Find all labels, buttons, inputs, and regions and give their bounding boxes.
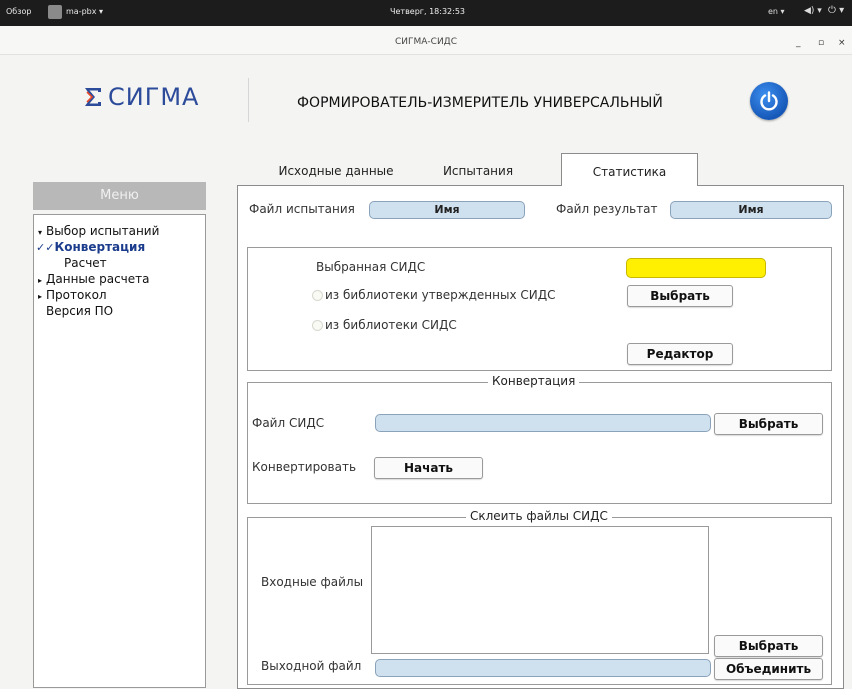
merge-group: Склеить файлы СИДС Входные файлы Выбрать… xyxy=(247,509,832,685)
sidebar-item-protocol[interactable]: ▸ Протокол xyxy=(38,288,107,302)
test-file-field[interactable]: Имя xyxy=(369,201,525,219)
conversion-group-title: Конвертация xyxy=(488,374,580,388)
sids-file-field[interactable] xyxy=(375,414,711,432)
radio-approved-library[interactable] xyxy=(312,290,323,301)
merge-group-title: Склеить файлы СИДС xyxy=(466,509,612,523)
sidebar-item-label: Версия ПО xyxy=(46,304,114,318)
radio-sids-library-label: из библиотеки СИДС xyxy=(325,318,457,332)
input-files-label: Входные файлы xyxy=(261,575,364,589)
sidebar-item-conversion[interactable]: ✓✓Конвертация xyxy=(36,240,145,254)
merge-button[interactable]: Объединить xyxy=(714,658,823,680)
conversion-group: Конвертация Файл СИДС Выбрать Конвертиро… xyxy=(247,374,832,504)
app-title: ФОРМИРОВАТЕЛЬ-ИЗМЕРИТЕЛЬ УНИВЕРСАЛЬНЫЙ xyxy=(297,95,663,111)
app-menu[interactable]: ma-pbx ▾ xyxy=(66,7,103,16)
sidebar-item-label: Данные расчета xyxy=(46,272,150,286)
input-files-list[interactable] xyxy=(371,526,709,654)
start-button[interactable]: Начать xyxy=(374,457,483,479)
sidebar-item-label: Конвертация xyxy=(54,240,146,254)
sids-selection-group: Выбранная СИДС из библиотеки утвержденны… xyxy=(247,247,832,371)
power-icon xyxy=(760,91,778,111)
expand-icon: ▸ xyxy=(38,292,43,301)
header-divider xyxy=(248,78,249,122)
select-sids-file-button[interactable]: Выбрать xyxy=(714,413,823,435)
sidebar-item-label: Протокол xyxy=(46,288,107,302)
expand-icon: ▸ xyxy=(38,276,43,285)
app-icon xyxy=(48,5,62,19)
logo: СИГМА xyxy=(82,83,199,111)
radio-approved-library-label: из библиотеки утвержденных СИДС xyxy=(325,288,556,302)
sidebar-item-version[interactable]: Версия ПО xyxy=(46,304,113,318)
maximize-button[interactable]: ▫ xyxy=(818,38,824,48)
logo-text: СИГМА xyxy=(108,83,200,111)
sidebar-item-calculation[interactable]: Расчет xyxy=(64,256,107,270)
result-file-field[interactable]: Имя xyxy=(670,201,832,219)
select-sids-button[interactable]: Выбрать xyxy=(627,285,733,307)
convert-label: Конвертировать xyxy=(252,460,357,474)
sidebar-item-label: Расчет xyxy=(64,256,107,270)
minimize-button[interactable]: _ xyxy=(796,38,801,48)
selected-sids-label: Выбранная СИДС xyxy=(316,260,426,274)
radio-sids-library[interactable] xyxy=(312,320,323,331)
language-selector[interactable]: en ▾ xyxy=(768,7,785,16)
checkmark-icon: ✓✓ xyxy=(36,241,55,254)
tab-statistics[interactable]: Статистика xyxy=(561,153,698,186)
output-file-label: Выходной файл xyxy=(261,659,362,673)
sigma-logo-icon xyxy=(85,88,101,106)
volume-icon[interactable]: ◀) ▾ xyxy=(804,6,822,16)
tab-source-data[interactable]: Исходные данные xyxy=(272,157,400,185)
result-file-label: Файл результат xyxy=(556,202,658,216)
activities-button[interactable]: Обзор xyxy=(6,7,31,16)
system-top-bar: Обзор ma-pbx ▾ Четверг, 18:32:53 en ▾ ◀)… xyxy=(0,0,852,26)
power-button[interactable] xyxy=(750,82,788,120)
window-title: СИГМА-СИДС xyxy=(394,37,457,47)
editor-button[interactable]: Редактор xyxy=(627,343,733,365)
sidebar-item-test-selection[interactable]: ▾ Выбор испытаний xyxy=(38,224,159,238)
menu-header: Меню xyxy=(33,182,206,210)
selected-sids-field[interactable] xyxy=(626,258,766,278)
sids-file-label: Файл СИДС xyxy=(252,416,325,430)
sidebar-item-calc-data[interactable]: ▸ Данные расчета xyxy=(38,272,149,286)
sidebar-menu: ▾ Выбор испытаний ✓✓Конвертация Расчет ▸ Д… xyxy=(33,214,206,688)
sidebar-item-label: Выбор испытаний xyxy=(46,224,160,238)
clock[interactable]: Четверг, 18:32:53 xyxy=(390,7,465,16)
window-titlebar: СИГМА-СИДС _ ▫ × xyxy=(0,26,852,55)
tab-tests[interactable]: Испытания xyxy=(424,157,532,185)
system-power-icon[interactable]: ⏻ ▾ xyxy=(828,5,844,16)
close-button[interactable]: × xyxy=(838,38,846,48)
test-file-label: Файл испытания xyxy=(249,202,355,216)
expand-icon: ▾ xyxy=(38,228,43,237)
select-input-files-button[interactable]: Выбрать xyxy=(714,635,823,657)
output-file-field[interactable] xyxy=(375,659,711,677)
main-panel: Файл испытания Имя Файл результат Имя Вы… xyxy=(237,185,844,689)
